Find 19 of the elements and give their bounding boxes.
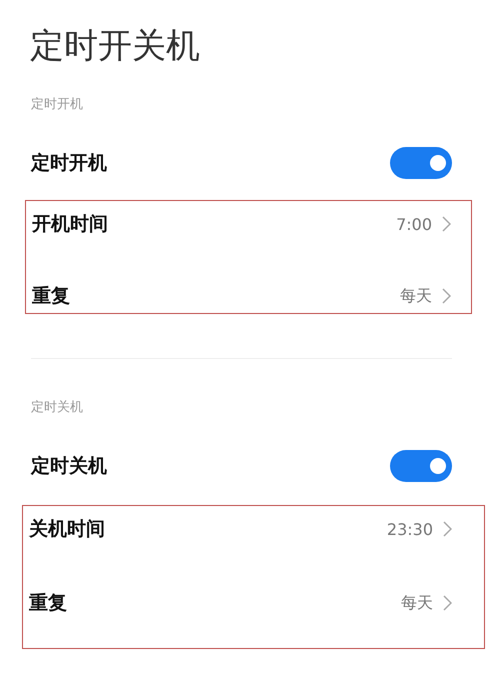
toggle-switch[interactable] [390,450,452,482]
chevron-icon[interactable] [443,521,452,537]
setting-label: 定时开机 [31,151,107,176]
chevron-icon[interactable] [443,595,452,611]
setting-label: 定时关机 [31,454,107,479]
toggle-switch[interactable] [390,147,452,179]
setting-label: 重复 [32,284,70,309]
setting-label: 开机时间 [32,212,108,237]
setting-value: 7:00 [396,214,432,234]
setting-value: 23:30 [386,520,433,538]
chevron-icon[interactable] [442,216,451,232]
setting-value: 每天 [401,592,433,614]
section-label: 定时关机 [31,399,84,417]
section-label: 定时开机 [31,96,84,114]
page-title: 定时开关机 [30,25,201,68]
setting-value: 每天 [400,286,432,306]
setting-label: 重复 [29,591,67,616]
setting-label: 关机时间 [29,517,105,542]
chevron-icon[interactable] [442,288,451,304]
